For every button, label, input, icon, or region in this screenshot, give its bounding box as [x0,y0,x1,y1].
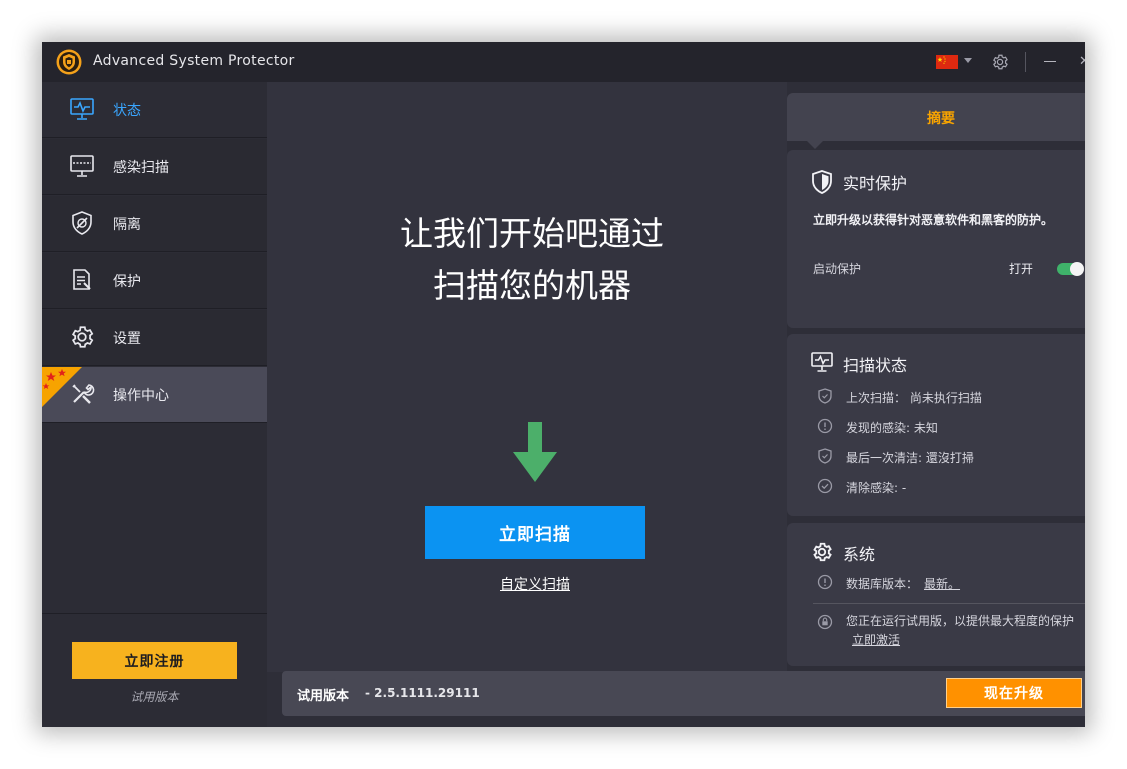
titlebar-divider [1025,52,1026,72]
shield-outline-icon [818,448,832,464]
monitor-pulse-icon [70,98,94,120]
sidebar-item-label: 隔离 [113,217,141,233]
sidebar-item-label: 设置 [113,331,141,347]
sidebar-item-action-center[interactable]: 操作中心 [42,367,267,423]
register-button[interactable]: 立即注册 [72,642,237,679]
system-gear-icon [813,542,832,562]
database-version-link[interactable]: 最新。 [924,577,960,591]
toggle-knob [1070,262,1084,276]
realtime-title: 实时保护 [843,174,908,193]
realtime-description: 立即升级以获得针对恶意软件和黑客的防护。 [813,213,1054,227]
scan-status-title: 扫描状态 [843,356,908,375]
scan-now-button[interactable]: 立即扫描 [425,506,645,559]
shield-outline-icon [818,388,832,404]
sidebar-item-status[interactable]: 状态 [42,82,267,138]
sidebar-item-label: 操作中心 [113,388,169,404]
sidebar-item-protection[interactable]: 保护 [42,253,267,309]
close-button[interactable]: ✕ [1079,54,1085,69]
enable-protection-label: 启动保护 [813,262,862,276]
gear-icon[interactable] [991,53,1009,71]
system-card: 系统 数据库版本： 最新。 您正在运行试用版，以提供最大程度的保护立即激活 [787,523,1085,666]
quarantine-shield-icon [72,211,92,235]
last-scan-text: 上次扫描： 尚未执行扫描 [846,391,982,405]
version-number: - 2.5.1111.29111 [365,686,480,700]
protection-state-label: 打开 [1009,262,1034,276]
tab-summary-label: 摘要 [927,111,955,127]
sidebar-item-quarantine[interactable]: 隔离 [42,196,267,252]
shield-icon [812,170,832,194]
cleared-infections-text: 清除感染: - [846,481,907,495]
scan-monitor-icon [70,155,94,177]
sidebar-item-label: 保护 [113,274,141,290]
last-clean-text: 最后一次清洁: 還沒打掃 [846,451,974,465]
activate-now-link[interactable]: 立即激活 [852,633,900,647]
lock-circle-icon [817,614,833,630]
trial-note-text: 您正在运行试用版，以提供最大程度的保护 [846,614,1075,628]
realtime-protection-card: 实时保护 立即升级以获得针对恶意软件和黑客的防护。 启动保护 打开 [787,150,1085,328]
main-content: 让我们开始吧通过扫描您的机器 立即扫描 自定义扫描 [267,82,787,672]
tools-icon [72,384,95,404]
check-circle-icon [817,478,833,494]
system-title: 系统 [843,545,876,564]
protect-document-icon [73,269,91,290]
title-bar: Advanced System Protector ✕ [42,42,1085,82]
sidebar: 状态 感染扫描 隔离 保护 设置 操作中心 立即注册 试用版本 [42,82,267,727]
chevron-down-icon[interactable] [964,58,972,63]
database-version-text: 数据库版本： 最新。 [846,575,960,592]
system-divider [813,603,1085,604]
trial-note: 您正在运行试用版，以提供最大程度的保护立即激活 [846,612,1082,650]
sidebar-item-infection-scan[interactable]: 感染扫描 [42,139,267,195]
scan-status-card: 扫描状态 上次扫描： 尚未执行扫描 发现的感染: 未知 最后一次清洁: 還沒打掃 [787,334,1085,516]
china-flag-icon[interactable] [936,55,958,69]
tab-pointer [807,141,823,149]
custom-scan-link[interactable]: 自定义扫描 [425,574,645,594]
upgrade-now-button[interactable]: 现在升级 [946,678,1082,708]
database-version-label: 数据库版本： [846,577,919,591]
gear-icon [71,326,94,348]
protection-toggle[interactable] [1057,262,1084,276]
version-bar: 试用版本 - 2.5.1111.29111 现在升级 [282,671,1085,716]
app-window: Advanced System Protector ✕ 状态 感染扫描 隔离 保… [42,42,1085,727]
monitor-pulse-icon [811,352,833,372]
info-circle-icon [817,418,833,434]
minimize-button[interactable] [1044,61,1056,62]
sidebar-item-label: 状态 [113,103,141,119]
headline: 让我们开始吧通过扫描您的机器 [400,214,664,305]
sidebar-item-settings[interactable]: 设置 [42,310,267,366]
version-label: 试用版本 [297,689,350,704]
tab-summary[interactable]: 摘要 [787,93,1085,149]
trial-version-label: 试用版本 [130,690,179,704]
down-arrow-icon [513,422,557,482]
app-title: Advanced System Protector [93,53,295,69]
app-logo-icon [56,49,82,75]
infections-found-text: 发现的感染: 未知 [846,421,938,435]
info-circle-icon [817,574,833,590]
sidebar-item-label: 感染扫描 [113,160,169,176]
sidebar-divider [42,613,267,614]
